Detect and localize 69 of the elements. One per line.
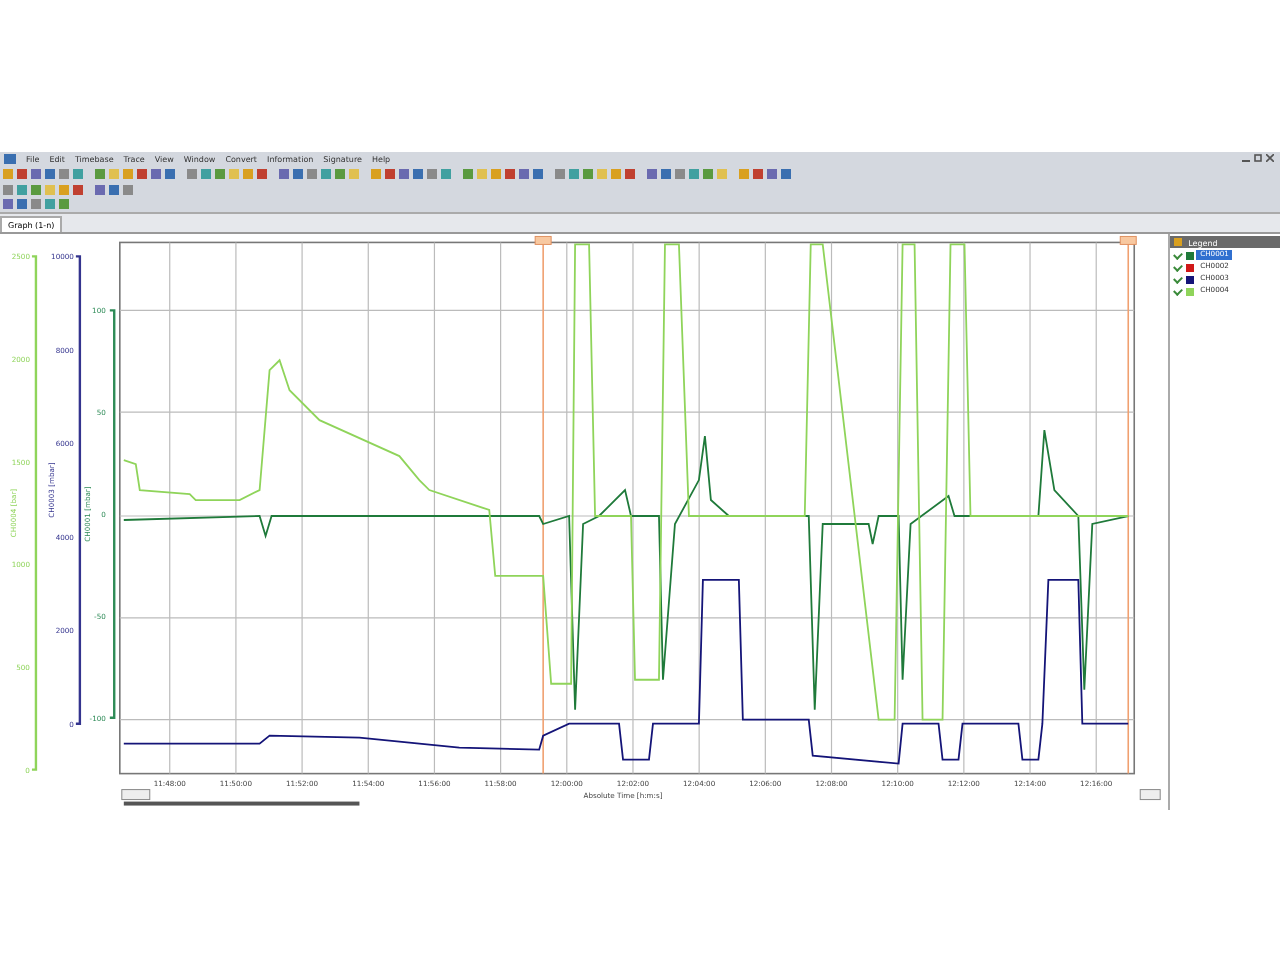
square-icon[interactable] [398,167,410,180]
square-icon[interactable] [384,167,396,180]
square-icon[interactable] [532,167,544,180]
square-icon[interactable] [426,167,438,180]
square-icon[interactable] [278,167,290,180]
square-icon[interactable] [122,167,134,180]
square-icon[interactable] [440,167,452,180]
square-icon[interactable] [200,167,212,180]
close-icon[interactable] [1266,154,1274,163]
square-icon[interactable] [320,167,332,180]
square-icon[interactable] [370,167,382,180]
square-icon[interactable] [186,167,198,180]
square-icon[interactable] [738,167,750,180]
square-icon[interactable] [16,183,28,196]
square-icon[interactable] [2,167,14,180]
checkmark-icon[interactable] [1173,274,1184,284]
square-icon[interactable] [624,167,636,180]
square-icon[interactable] [30,198,42,211]
square-icon[interactable] [610,167,622,180]
maximize-icon[interactable] [1254,154,1262,163]
square-icon[interactable] [72,183,84,196]
square-icon[interactable] [256,167,268,180]
square-icon[interactable] [44,167,56,180]
square-icon[interactable] [2,183,14,196]
square-icon[interactable] [30,167,42,180]
cursor-marker [1119,235,1137,245]
square-icon[interactable] [58,183,70,196]
square-icon[interactable] [462,167,474,180]
square-icon[interactable] [306,167,318,180]
square-icon[interactable] [136,167,148,180]
square-icon[interactable] [780,167,792,180]
square-icon[interactable] [674,167,686,180]
square-icon[interactable] [72,167,84,180]
square-icon[interactable] [518,167,530,180]
square-icon[interactable] [688,167,700,180]
square-icon[interactable] [582,167,594,180]
square-icon[interactable] [766,167,778,180]
checkmark-icon[interactable] [1173,286,1184,296]
checkmark-icon[interactable] [1173,250,1184,260]
square-icon[interactable] [122,183,134,196]
cursor-marker [534,235,552,245]
square-icon[interactable] [164,167,176,180]
square-icon[interactable] [94,183,106,196]
app-icon [4,153,16,164]
square-icon[interactable] [504,167,516,180]
legend-icon [1174,238,1183,246]
square-icon[interactable] [16,167,28,180]
square-icon[interactable] [702,167,714,180]
square-icon[interactable] [58,167,70,180]
square-icon[interactable] [108,183,120,196]
square-icon[interactable] [660,167,672,180]
square-icon[interactable] [490,167,502,180]
square-icon[interactable] [58,198,70,211]
square-icon[interactable] [292,167,304,180]
square-icon[interactable] [646,167,658,180]
square-icon[interactable] [554,167,566,180]
square-icon[interactable] [2,198,14,211]
square-icon[interactable] [30,183,42,196]
square-icon[interactable] [568,167,580,180]
square-icon[interactable] [150,167,162,180]
square-icon[interactable] [752,167,764,180]
square-icon[interactable] [44,198,56,211]
square-icon[interactable] [214,167,226,180]
square-icon[interactable] [16,198,28,211]
square-icon[interactable] [412,167,424,180]
square-icon[interactable] [242,167,254,180]
square-icon[interactable] [334,167,346,180]
checkmark-icon[interactable] [1173,262,1184,272]
square-icon[interactable] [94,167,106,180]
